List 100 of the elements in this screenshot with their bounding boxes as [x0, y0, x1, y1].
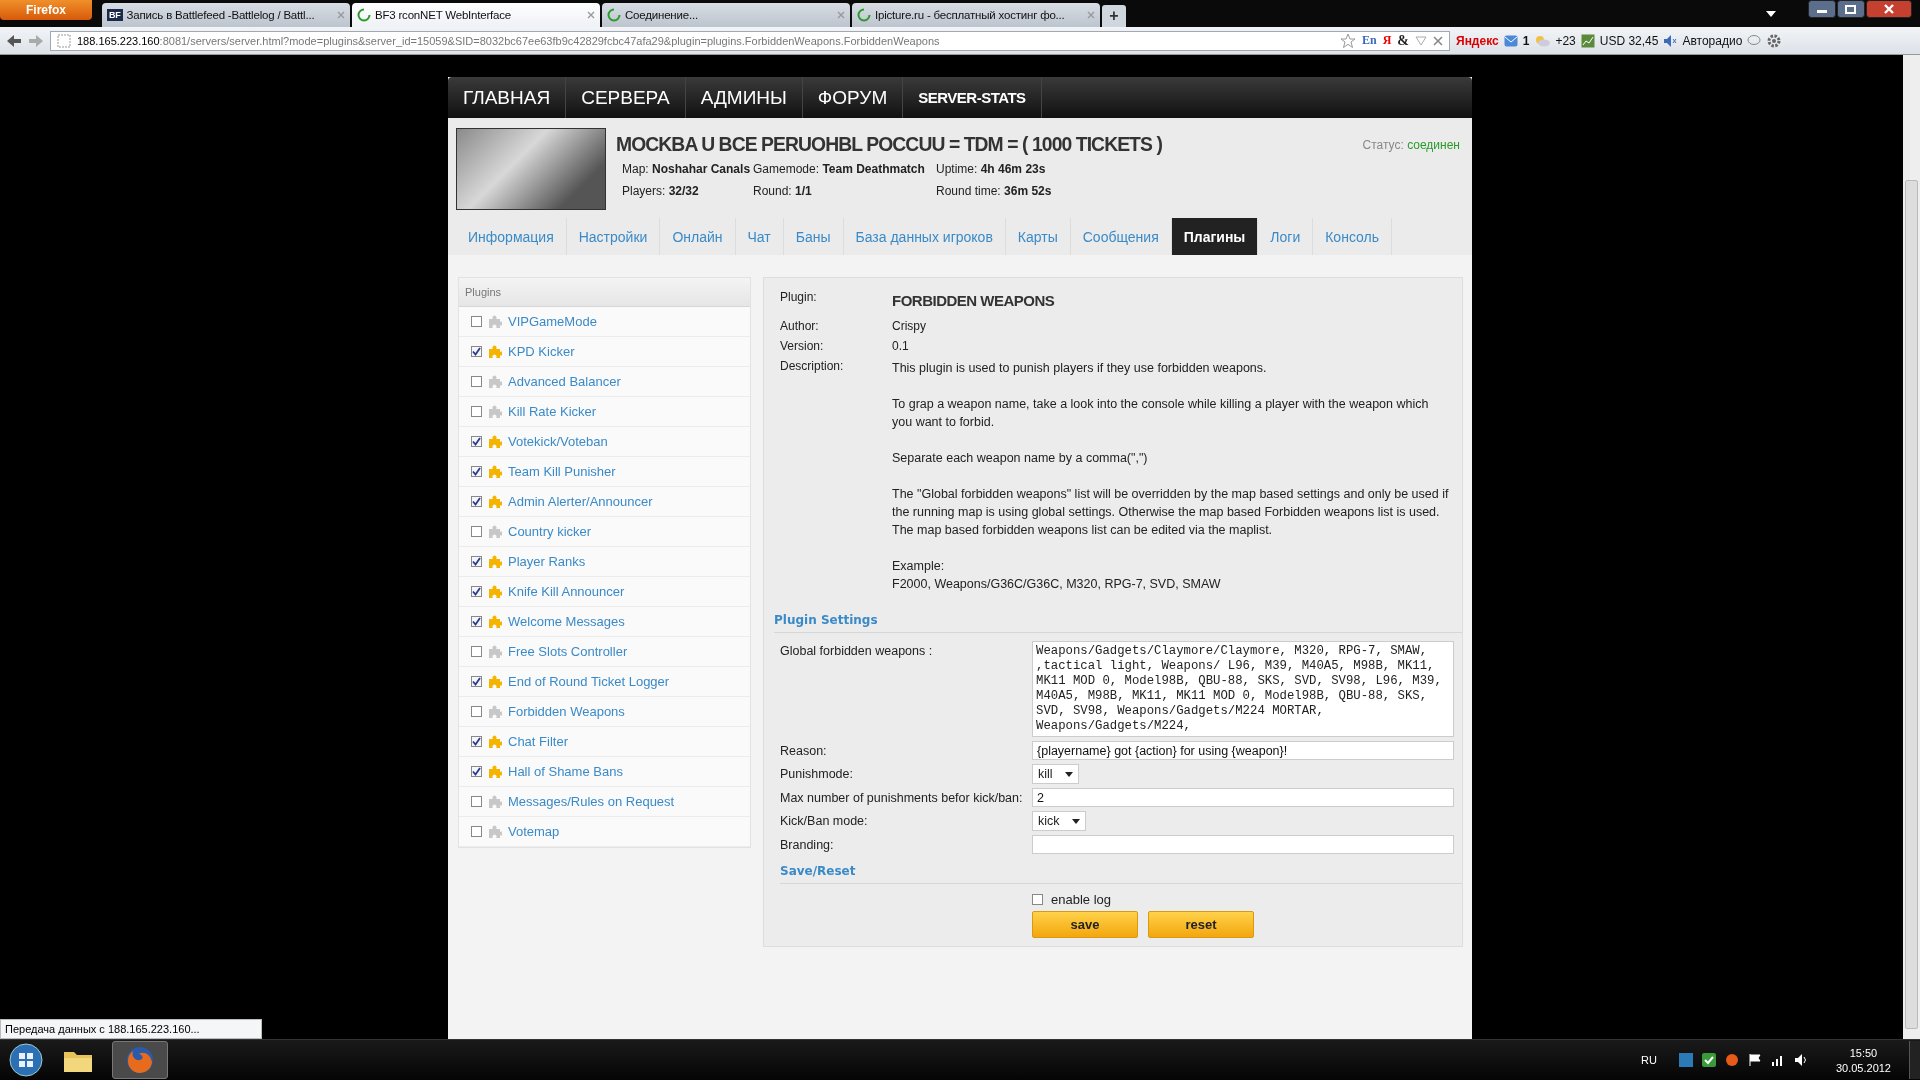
tab[interactable]: Чат [735, 218, 784, 255]
checkbox[interactable] [471, 466, 482, 477]
plugin-link[interactable]: Welcome Messages [508, 614, 625, 629]
panel-title: Plugins [459, 278, 750, 307]
checkbox[interactable] [471, 706, 482, 717]
close-icon[interactable] [1866, 0, 1912, 18]
plugin-link[interactable]: Kill Rate Kicker [508, 404, 597, 419]
firefox-menu-button[interactable]: Firefox [0, 0, 92, 20]
tab[interactable]: Баны [783, 218, 844, 255]
input-field[interactable]: 2 [1032, 788, 1454, 807]
plugin-link[interactable]: Admin Alerter/Announcer [508, 494, 653, 509]
check-icon[interactable] [1701, 1053, 1716, 1067]
plugin-link[interactable]: VIPGameMode [508, 314, 597, 329]
dropdown-arrow-icon[interactable] [1766, 10, 1776, 17]
browser-tab[interactable]: BF Запись в Battlefeed -Battlelog / Battl... [102, 3, 350, 27]
plugin-link[interactable]: End of Round Ticket Logger [508, 674, 670, 689]
addon-button[interactable]: & [1397, 32, 1409, 49]
checkbox[interactable] [471, 496, 482, 507]
plugin-link[interactable]: Knife Kill Announcer [508, 584, 625, 599]
checkbox[interactable] [471, 556, 482, 567]
tab[interactable]: Сообщения [1070, 218, 1172, 255]
checkbox[interactable] [471, 796, 482, 807]
plugin-link[interactable]: Votekick/Voteban [508, 434, 608, 449]
browser-tab[interactable]: Соединение... [602, 3, 850, 27]
currency-rate[interactable]: USD 32,45 [1599, 33, 1659, 48]
tab[interactable]: Информация [456, 218, 567, 255]
weather-icon [1534, 34, 1551, 47]
input-field[interactable] [1032, 835, 1454, 854]
addon-button[interactable]: En [1361, 33, 1377, 48]
input-field[interactable]: {playername} got {action} for using {weapon}! [1032, 741, 1454, 760]
tray-icon[interactable] [1724, 1053, 1739, 1067]
checkbox[interactable] [471, 376, 482, 387]
network-icon[interactable] [1770, 1053, 1785, 1067]
flag-icon[interactable] [1747, 1053, 1762, 1067]
server-name: MOCKBA U BCE PERUOHBL POCCUU = TDM = ( 1000 TICKETS ) [616, 132, 1163, 156]
dropdown[interactable]: kill [1032, 764, 1079, 784]
browser-tab[interactable]: BF3 rconNET WebInterface [352, 3, 600, 27]
scrollbar[interactable] [1903, 55, 1920, 1039]
yandex-button[interactable]: Яндекс [1456, 33, 1499, 48]
address-field[interactable]: 188.165.223.160:8081/servers/server.html?mode=plugins&server_id=15059&SID=8032bc67ee63fb9c42829fcbc47afa29&plugin=plugins.ForbiddenWeapons.ForbiddenWeapons En Я & [50, 30, 1450, 51]
tray-icon[interactable] [1678, 1053, 1693, 1067]
plugin-link[interactable]: Country kicker [508, 524, 592, 539]
server-stat: Gamemode: Team Deathmatch [753, 162, 926, 176]
clock-date[interactable]: 30.05.2012 [1835, 1061, 1891, 1074]
checkbox[interactable] [471, 736, 482, 747]
checkbox[interactable] [471, 346, 482, 357]
plugin-link[interactable]: Advanced Balancer [508, 374, 621, 389]
tab[interactable]: Настройки [566, 218, 661, 255]
server-stat: Uptime: 4h 46m 23s [936, 162, 1047, 176]
checkbox[interactable] [471, 766, 482, 777]
tab[interactable]: База данных игроков [843, 218, 1006, 255]
checkbox[interactable] [471, 646, 482, 657]
browser-tab[interactable]: Ipicture.ru - бесплатный хостинг фо... [852, 3, 1100, 27]
star-icon[interactable] [1339, 32, 1356, 49]
plugin-link[interactable]: Hall of Shame Bans [508, 764, 623, 779]
tab[interactable]: Консоль [1313, 218, 1392, 255]
checkbox[interactable] [471, 616, 482, 627]
action-button[interactable]: reset [1148, 911, 1254, 938]
checkbox[interactable] [471, 316, 482, 327]
description-paragraph: Example: F2000, Weapons/G36C/G36C, M320, RPG-7, SVD, SMAW [892, 558, 1222, 593]
mail-count[interactable]: 1 [1522, 33, 1530, 48]
plugin-link[interactable]: Votemap [508, 824, 560, 839]
server-stat: Round: 1/1 [753, 184, 813, 198]
checkbox[interactable] [1032, 894, 1043, 905]
checkbox[interactable] [471, 526, 482, 537]
back-icon[interactable] [6, 33, 22, 48]
plugin-link[interactable]: Chat Filter [508, 734, 568, 749]
minimize-icon[interactable] [1808, 0, 1836, 18]
tab[interactable]: Карты [1005, 218, 1071, 255]
start-button[interactable] [8, 1042, 44, 1078]
settings-icon[interactable] [1766, 32, 1783, 49]
language-indicator[interactable]: RU [1641, 1054, 1657, 1066]
plugin-link[interactable]: KPD Kicker [508, 344, 575, 359]
tab[interactable]: Логи [1258, 218, 1314, 255]
textarea-field[interactable]: Weapons/Gadgets/Claymore/Claymore, M320, RPG-7, SMAW, ,tactical light, Weapons/ L96, M39, M40A5, M98B, MK11, MK11 MOD 0, Model98B, QBU-88, SKS, SVD, SV98, L96, M39, M40A5, M98B, MK11, MK11 MOD 0, Model98B, QBU-88, SKS, SVD, SV98, Weapons/Gadgets/M224 MORTAR, Weapons/Gadgets/M224, [1032, 641, 1454, 737]
checkbox[interactable] [471, 676, 482, 687]
plugin-link[interactable]: Messages/Rules on Request [508, 794, 675, 809]
checkbox[interactable] [471, 826, 482, 837]
dropdown[interactable]: kick [1032, 811, 1086, 831]
checkbox[interactable] [471, 406, 482, 417]
checkbox[interactable] [471, 436, 482, 447]
speech-bubble-icon[interactable] [1747, 34, 1762, 47]
clear-icon[interactable] [1433, 35, 1443, 46]
plugin-link[interactable]: Team Kill Punisher [508, 464, 616, 479]
plugin-link[interactable]: Forbidden Weapons [508, 704, 625, 719]
field-label: Plugin: [780, 290, 818, 306]
radio-station-menu[interactable]: Авторадио [1682, 33, 1743, 48]
action-button[interactable]: save [1032, 911, 1138, 938]
checkbox[interactable] [471, 586, 482, 597]
weather-temperature[interactable]: +23 [1555, 33, 1576, 48]
plugin-link[interactable]: Free Slots Controller [508, 644, 628, 659]
plugin-link[interactable]: Player Ranks [508, 554, 586, 569]
new-tab-button[interactable]: + [1102, 5, 1126, 27]
addon-button[interactable]: Я [1382, 33, 1392, 48]
speaker-icon[interactable] [1793, 1053, 1808, 1067]
clock-time[interactable]: 15:50 [1849, 1046, 1878, 1059]
tab[interactable]: Онлайн [660, 218, 736, 255]
loading-icon [357, 8, 371, 22]
restore-icon[interactable] [1837, 0, 1865, 18]
tab[interactable]: Плагины [1171, 218, 1259, 255]
